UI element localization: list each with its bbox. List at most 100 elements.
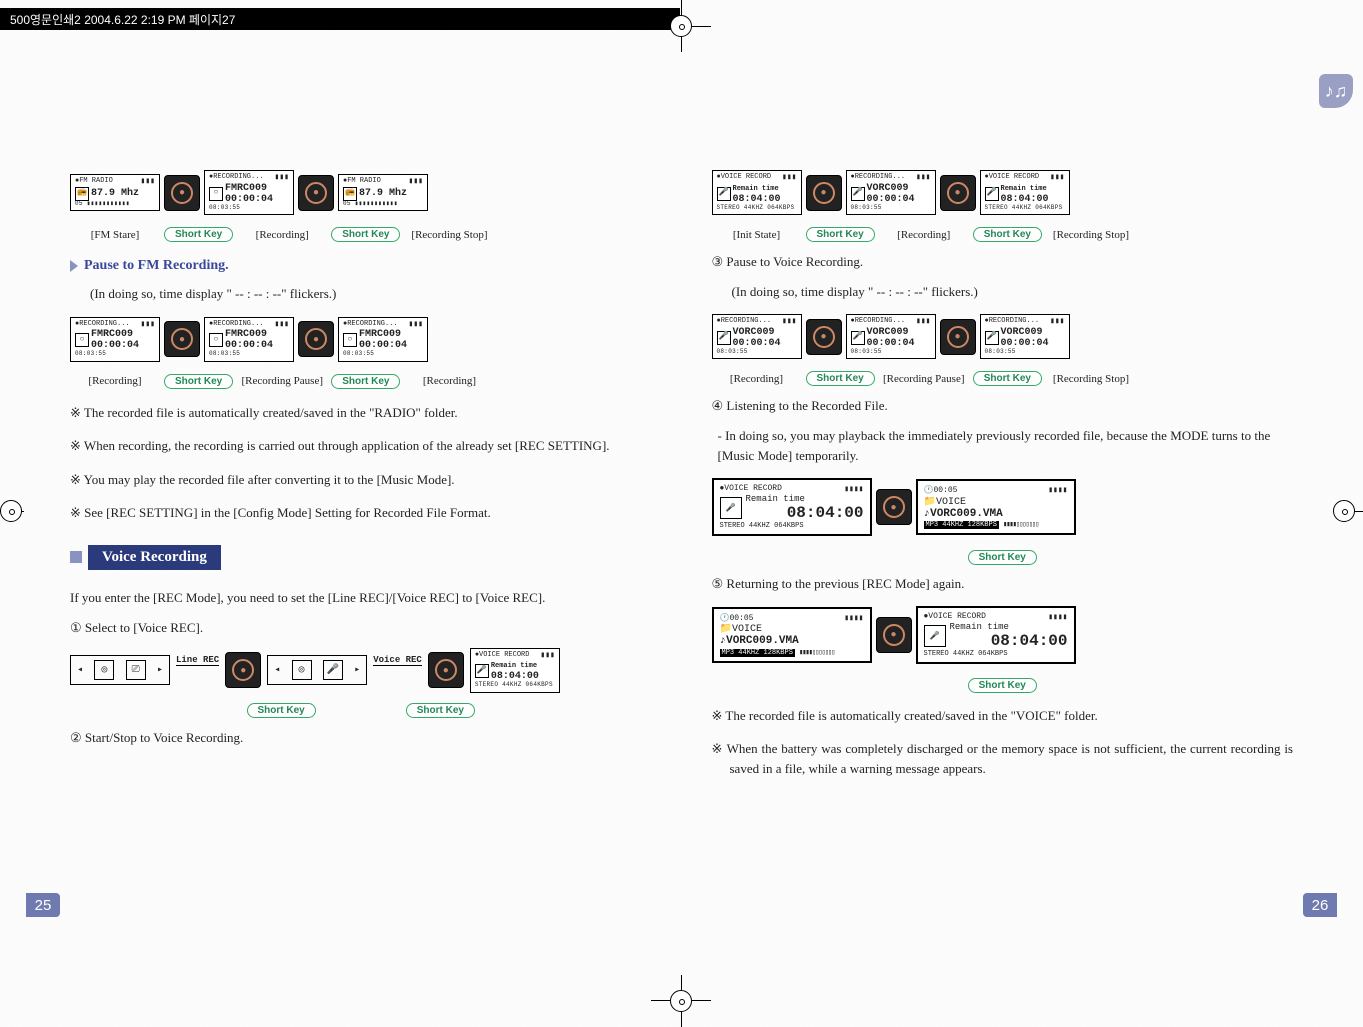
joystick-icon: ● bbox=[806, 319, 842, 355]
joystick-icon: ● bbox=[164, 175, 200, 211]
step3-text: ③ Pause to Voice Recording. bbox=[712, 252, 1294, 272]
right-row2-captions: [Recording] Short Key [Recording Pause] … bbox=[712, 371, 1294, 386]
short-key-badge: Short Key bbox=[806, 227, 875, 242]
page-spread: ●FM RADIO▮▮▮ 📻87.9 Mhz 05 ▮▮▮▮▮▮▮▮▮▮▮ ● … bbox=[70, 168, 1293, 937]
joystick-icon: ● bbox=[164, 321, 200, 357]
right-bigrow2: 🕐00:05▮▮▮▮ 📁VOICE ♪VORC009.VMA MP3 44KHZ… bbox=[712, 606, 1294, 664]
step4-text: ④ Listening to the Recorded File. bbox=[712, 396, 1294, 416]
lcd-recording: ●RECORDING...▮▮▮ 🎤VORC00900:00:04 08:03:… bbox=[980, 314, 1070, 359]
pause-fm-sub: (In doing so, time display " -- : -- : -… bbox=[70, 284, 652, 304]
joystick-icon: ● bbox=[428, 652, 464, 688]
note-text: See [REC SETTING] in the [Config Mode] S… bbox=[70, 503, 652, 523]
note-text: When the battery was completely discharg… bbox=[712, 739, 1294, 778]
battery-icon: ▮▮▮ bbox=[141, 178, 155, 187]
crop-right bbox=[1333, 500, 1363, 522]
voice-recording-heading: Voice Recording bbox=[70, 545, 652, 570]
left-row1-captions: [FM Stare] Short Key [Recording] Short K… bbox=[70, 227, 652, 242]
note-text: The recorded file is automatically creat… bbox=[712, 706, 1294, 726]
eq-bars-icon: ▮▮▮▮▯▯▯▯▯▯▯ bbox=[1003, 521, 1038, 529]
scan-header: 500영문인쇄2 2004.6.22 2:19 PM 페이지27 bbox=[0, 8, 680, 30]
battery-icon: ▮▮▮ bbox=[275, 174, 289, 183]
page-number-right: 26 bbox=[1303, 893, 1337, 917]
square-bullet-icon bbox=[70, 551, 82, 563]
note-text: You may play the recorded file after con… bbox=[70, 470, 652, 490]
lcd-fm-radio: ●FM RADIO▮▮▮ 📻87.9 Mhz 05 ▮▮▮▮▮▮▮▮▮▮▮ bbox=[70, 174, 160, 211]
short-key-badge: Short Key bbox=[164, 374, 233, 389]
lcd-recording: ●RECORDING...▮▮▮ ○FMRC00900:00:04 08:03:… bbox=[204, 317, 294, 362]
page-left: ●FM RADIO▮▮▮ 📻87.9 Mhz 05 ▮▮▮▮▮▮▮▮▮▮▮ ● … bbox=[70, 168, 652, 937]
left-row2-captions: [Recording] Short Key [Recording Pause] … bbox=[70, 374, 652, 389]
radio-icon: 📻 bbox=[343, 187, 357, 201]
plug-icon: ⎚ bbox=[126, 660, 146, 680]
left-row2-screens: ●RECORDING...▮▮▮ ○FMRC00900:00:04 08:03:… bbox=[70, 317, 652, 362]
mic-icon: 🎤 bbox=[720, 497, 742, 519]
lcd-voice-record: ●VOICE RECORD▮▮▮ 🎤Remain time08:04:00 ST… bbox=[470, 648, 560, 693]
note-text: When recording, the recording is carried… bbox=[70, 436, 652, 456]
radio-icon: 📻 bbox=[75, 187, 89, 201]
right-row2-screens: ●RECORDING...▮▮▮ 🎤VORC00900:00:04 08:03:… bbox=[712, 314, 1294, 359]
select-voice-rec-row: ◂◎⎚▸ Line REC ● ◂◎🎤▸ Voice REC ● ●VOICE … bbox=[70, 648, 652, 693]
right-row1-captions: [Init State] Short Key [Recording] Short… bbox=[712, 227, 1294, 242]
mic-icon: 🎤 bbox=[851, 331, 865, 345]
mic-icon: 🎤 bbox=[985, 187, 999, 201]
selector-voice-rec: ◂◎🎤▸ bbox=[267, 655, 367, 685]
lcd-recording: ●RECORDING...▮▮▮ 🎤VORC00900:00:04 08:03:… bbox=[712, 314, 802, 359]
mic-icon: 🎤 bbox=[717, 331, 731, 345]
short-key-badge: Short Key bbox=[973, 371, 1042, 386]
lcd-fm-radio: ●FM RADIO▮▮▮ 📻87.9 Mhz 05 ▮▮▮▮▮▮▮▮▮▮▮ bbox=[338, 174, 428, 211]
selector-line-rec: ◂◎⎚▸ bbox=[70, 655, 170, 685]
joystick-icon: ● bbox=[806, 175, 842, 211]
step2-text: ② Start/Stop to Voice Recording. bbox=[70, 728, 652, 748]
folder-icon: 📁 bbox=[924, 497, 936, 508]
short-key-badge: Short Key bbox=[164, 227, 233, 242]
rec-icon: ○ bbox=[209, 187, 223, 201]
right-bigrow1: ●VOICE RECORD▮▮▮▮ 🎤Remain time08:04:00 S… bbox=[712, 478, 1294, 536]
mic-icon: 🎤 bbox=[924, 625, 946, 647]
joystick-icon: ● bbox=[225, 652, 261, 688]
mic-icon: 🎤 bbox=[851, 187, 865, 201]
step3-sub: (In doing so, time display " -- : -- : -… bbox=[712, 282, 1294, 302]
selrow-shortkeys: Short Key Short Key bbox=[70, 703, 652, 718]
short-key-badge: Short Key bbox=[968, 678, 1037, 693]
lcd-big-voice-record: ●VOICE RECORD▮▮▮▮ 🎤Remain time08:04:00 S… bbox=[712, 478, 872, 536]
lcd-voice-record: ●VOICE RECORD▮▮▮ 🎤Remain time08:04:00 ST… bbox=[712, 170, 802, 215]
voice-rec-intro: If you enter the [REC Mode], you need to… bbox=[70, 588, 652, 608]
right-row1-screens: ●VOICE RECORD▮▮▮ 🎤Remain time08:04:00 ST… bbox=[712, 170, 1294, 215]
short-key-badge: Short Key bbox=[406, 703, 475, 718]
short-key-badge: Short Key bbox=[968, 550, 1037, 565]
clock-icon: 🕐 bbox=[924, 486, 934, 495]
rec-icon: ○ bbox=[75, 333, 89, 347]
joystick-icon: ● bbox=[298, 321, 334, 357]
joystick-icon: ● bbox=[940, 175, 976, 211]
short-key-badge: Short Key bbox=[247, 703, 316, 718]
clock-icon: 🕐 bbox=[720, 614, 730, 623]
folder-icon: 📁 bbox=[720, 624, 732, 635]
crop-register-icon bbox=[670, 990, 692, 1012]
rec-icon: ○ bbox=[343, 333, 357, 347]
joystick-icon: ● bbox=[940, 319, 976, 355]
mic-icon: 🎤 bbox=[323, 660, 343, 680]
mic-icon: 🎤 bbox=[475, 664, 489, 678]
lcd-recording: ●RECORDING...▮▮▮ 🎤VORC00900:00:04 08:03:… bbox=[846, 314, 936, 359]
crop-left bbox=[0, 500, 30, 522]
scan-header-text: 500영문인쇄2 2004.6.22 2:19 PM 페이지27 bbox=[10, 11, 235, 28]
joystick-icon: ● bbox=[876, 617, 912, 653]
short-key-badge: Short Key bbox=[806, 371, 875, 386]
lcd-recording: ●RECORDING...▮▮▮ ○FMRC00900:00:04 08:03:… bbox=[204, 170, 294, 215]
joystick-icon: ● bbox=[876, 489, 912, 525]
crop-register-icon bbox=[670, 15, 692, 37]
rec-icon: ○ bbox=[209, 333, 223, 347]
page-right: ●VOICE RECORD▮▮▮ 🎤Remain time08:04:00 ST… bbox=[712, 168, 1294, 937]
joystick-icon: ● bbox=[298, 175, 334, 211]
step4-body: - In doing so, you may playback the imme… bbox=[712, 426, 1294, 466]
short-key-badge: Short Key bbox=[973, 227, 1042, 242]
note-text: The recorded file is automatically creat… bbox=[70, 403, 652, 423]
mic-icon: 🎤 bbox=[717, 187, 731, 201]
short-key-badge: Short Key bbox=[331, 227, 400, 242]
lcd-voice-record: ●VOICE RECORD▮▮▮ 🎤Remain time08:04:00 ST… bbox=[980, 170, 1070, 215]
left-row1-screens: ●FM RADIO▮▮▮ 📻87.9 Mhz 05 ▮▮▮▮▮▮▮▮▮▮▮ ● … bbox=[70, 170, 652, 215]
lcd-recording: ●RECORDING...▮▮▮ ○FMRC00900:00:04 08:03:… bbox=[70, 317, 160, 362]
short-key-badge: Short Key bbox=[331, 374, 400, 389]
pause-fm-heading: Pause to FM Recording. bbox=[70, 258, 652, 274]
lcd-big-playback: 🕐00:05▮▮▮▮ 📁VOICE ♪VORC009.VMA MP3 44KHZ… bbox=[916, 479, 1076, 535]
